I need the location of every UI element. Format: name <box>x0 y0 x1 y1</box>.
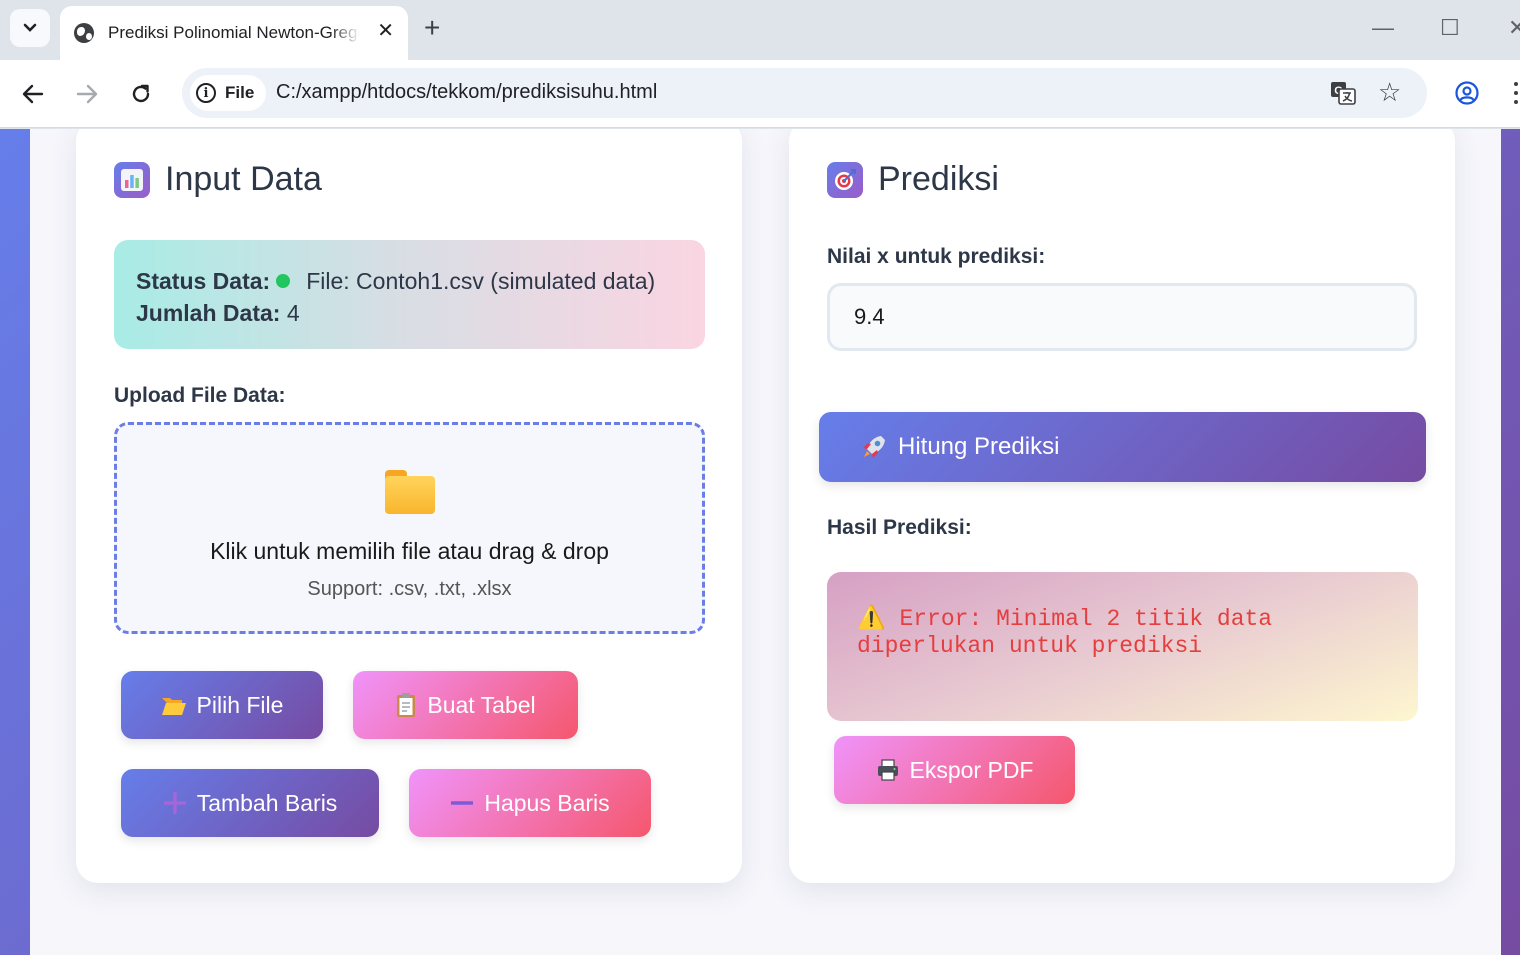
prediction-card: Prediksi Nilai x untuk prediksi: Hitung … <box>789 129 1455 883</box>
plus-icon <box>163 791 187 815</box>
profile-icon[interactable] <box>1455 81 1479 105</box>
info-icon: i <box>196 83 216 103</box>
hitung-prediksi-button[interactable]: Hitung Prediksi <box>819 412 1426 482</box>
translate-icon[interactable]: G <box>1330 81 1356 105</box>
browser-toolbar: i File C:/xampp/htdocs/tekkom/prediksisu… <box>0 60 1520 128</box>
x-value-label: Nilai x untuk prediksi: <box>827 245 1046 268</box>
chevron-down-icon <box>23 23 37 32</box>
prediction-result-box: ⚠️ Error: Minimal 2 titik data diperluka… <box>827 572 1418 721</box>
hitung-prediksi-label: Hitung Prediksi <box>898 433 1060 460</box>
reload-button[interactable] <box>124 77 158 111</box>
warning-icon: ⚠️ <box>857 606 886 632</box>
open-folder-icon <box>161 694 187 716</box>
hapus-baris-label: Hapus Baris <box>484 789 610 816</box>
upload-support-text: Support: .csv, .txt, .xlsx <box>307 578 512 600</box>
maximize-icon[interactable]: ☐ <box>1440 14 1460 42</box>
more-menu-icon[interactable] <box>1514 82 1520 104</box>
back-button[interactable] <box>16 77 50 111</box>
prediction-header: Prediksi <box>827 160 999 199</box>
arrow-right-icon <box>76 84 98 104</box>
site-info-chip[interactable]: i File <box>190 75 266 111</box>
tab-search-button[interactable] <box>10 9 50 47</box>
tab-title: Prediksi Polinomial Newton-Gregory <box>108 23 360 42</box>
result-label: Hasil Prediksi: <box>827 516 972 539</box>
status-line: Status Data: File: Contoh1.csv (simulated… <box>136 265 683 297</box>
count-label: Jumlah Data: <box>136 300 281 326</box>
rocket-icon <box>859 432 889 462</box>
folder-icon <box>385 470 435 514</box>
status-value: File: Contoh1.csv (simulated data) <box>306 268 656 294</box>
clipboard-icon <box>395 692 417 718</box>
arrow-left-icon <box>22 84 44 104</box>
ekspor-pdf-button[interactable]: Ekspor PDF <box>834 736 1075 804</box>
browser-tab-active[interactable]: Prediksi Polinomial Newton-Gregory ✕ <box>60 6 408 60</box>
buat-tabel-button[interactable]: Buat Tabel <box>353 671 578 739</box>
tab-close-icon[interactable]: ✕ <box>377 21 394 41</box>
page-viewport: Input Data Status Data: File: Contoh1.csv… <box>0 129 1520 955</box>
reload-icon <box>132 84 150 103</box>
target-icon <box>827 161 863 198</box>
result-text: Error: Minimal 2 titik data diperlukan u… <box>857 606 1273 659</box>
status-label: Status Data: <box>136 268 271 294</box>
hapus-baris-button[interactable]: Hapus Baris <box>409 769 651 837</box>
tambah-baris-label: Tambah Baris <box>196 789 338 816</box>
upload-label: Upload File Data: <box>114 384 286 407</box>
file-drop-zone[interactable]: Klik untuk memilih file atau drag & drop… <box>114 422 705 634</box>
minus-icon <box>450 791 474 815</box>
input-data-title: Input Data <box>165 160 322 198</box>
count-line: Jumlah Data: 4 <box>136 297 683 329</box>
window-close-icon[interactable]: ✕ <box>1508 14 1520 42</box>
url-text[interactable]: C:/xampp/htdocs/tekkom/prediksisuhu.html <box>276 81 657 104</box>
input-data-card: Input Data Status Data: File: Contoh1.csv… <box>76 129 742 883</box>
prediction-title: Prediksi <box>878 160 999 198</box>
app-container: Input Data Status Data: File: Contoh1.csv… <box>30 129 1501 955</box>
data-status-box: Status Data: File: Contoh1.csv (simulated… <box>114 240 705 349</box>
bookmark-star-icon[interactable]: ☆ <box>1378 77 1401 107</box>
globe-icon <box>74 23 94 43</box>
new-tab-button[interactable]: + <box>424 14 440 42</box>
bar-chart-icon <box>114 161 150 198</box>
browser-tabstrip: Prediksi Polinomial Newton-Gregory ✕ + —… <box>0 0 1520 60</box>
input-data-header: Input Data <box>114 160 322 199</box>
result-message: ⚠️ Error: Minimal 2 titik data diperluka… <box>857 606 1388 660</box>
buat-tabel-label: Buat Tabel <box>427 691 536 718</box>
pilih-file-label: Pilih File <box>196 691 284 718</box>
x-value-input[interactable] <box>827 283 1417 351</box>
minimize-icon[interactable]: — <box>1372 14 1394 42</box>
address-bar[interactable]: i File C:/xampp/htdocs/tekkom/prediksisu… <box>182 68 1427 118</box>
tambah-baris-button[interactable]: Tambah Baris <box>121 769 379 837</box>
status-indicator-icon <box>276 274 291 288</box>
forward-button[interactable] <box>70 77 104 111</box>
upload-instructions: Klik untuk memilih file atau drag & drop <box>210 538 609 564</box>
pilih-file-button[interactable]: Pilih File <box>121 671 323 739</box>
count-value: 4 <box>286 300 300 326</box>
printer-icon <box>876 758 900 782</box>
ekspor-pdf-label: Ekspor PDF <box>909 756 1034 783</box>
site-chip-label: File <box>225 83 255 102</box>
